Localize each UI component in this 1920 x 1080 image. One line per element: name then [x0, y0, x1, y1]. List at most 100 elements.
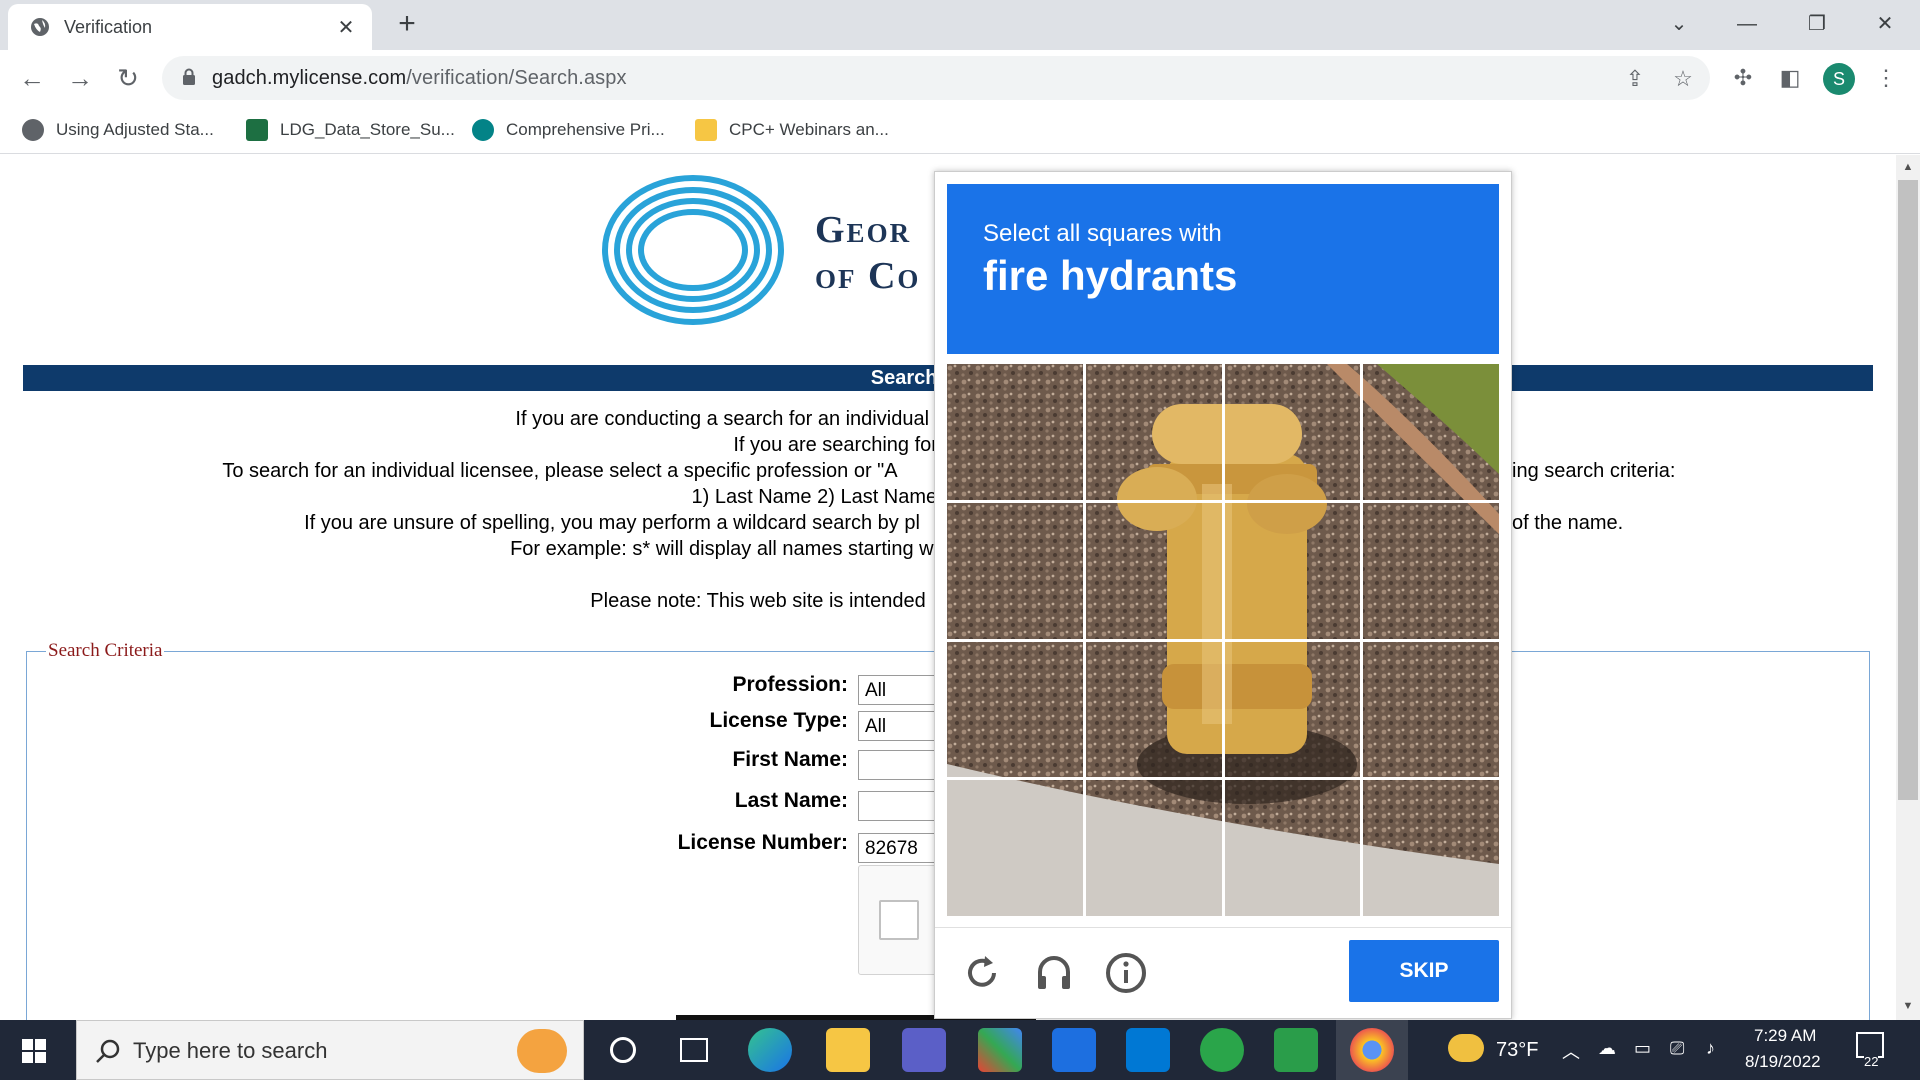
info-line-right: ing search criteria:: [1512, 460, 1676, 482]
edge-icon[interactable]: [748, 1028, 792, 1072]
back-icon[interactable]: ←: [16, 62, 48, 94]
address-bar[interactable]: gadch.mylicense.com/verification/Search.…: [162, 56, 1710, 100]
s-app-icon[interactable]: [1052, 1028, 1096, 1072]
license-number-label: License Number:: [677, 831, 848, 854]
captcha-tile[interactable]: [1085, 364, 1222, 500]
reload-icon[interactable]: ↻: [112, 62, 144, 94]
battery-icon[interactable]: ▭: [1634, 1038, 1651, 1059]
captcha-tile[interactable]: [947, 641, 1083, 778]
captcha-tile[interactable]: [947, 780, 1083, 916]
search-icon: [96, 1039, 120, 1063]
recaptcha-checkbox[interactable]: [879, 900, 919, 940]
info-line: If you are searching for a: [733, 434, 955, 456]
skip-button[interactable]: SKIP: [1349, 940, 1499, 1002]
bookmarks-bar: Using Adjusted Sta... LDG_Data_Store_Su.…: [0, 106, 1920, 154]
clock-time[interactable]: 7:29 AM: [1754, 1026, 1816, 1046]
tab-close-icon[interactable]: ✕: [332, 15, 360, 40]
weather-temp[interactable]: 73°F: [1496, 1039, 1538, 1062]
captcha-tile[interactable]: [1363, 780, 1499, 916]
extensions-icon[interactable]: ✣: [1727, 62, 1759, 94]
captcha-tile[interactable]: [1224, 641, 1361, 778]
menu-kebab-icon[interactable]: ⋮: [1870, 62, 1902, 94]
last-name-label: Last Name:: [734, 789, 848, 812]
info-line-right: of the name.: [1512, 512, 1624, 534]
captcha-tile[interactable]: [1085, 641, 1222, 778]
new-tab-icon[interactable]: +: [392, 9, 422, 40]
globe-app-icon[interactable]: [1200, 1028, 1244, 1072]
captcha-tile[interactable]: [1224, 780, 1361, 916]
tab-verification[interactable]: Verification ✕: [8, 4, 372, 50]
captcha-tile-image: [1363, 641, 1499, 778]
tab-strip: Verification ✕ + ⌄ — ❐ ✕: [0, 0, 1920, 50]
share-icon[interactable]: ⇪: [1622, 66, 1648, 92]
taskbar-search-placeholder: Type here to search: [133, 1038, 328, 1063]
captcha-tile[interactable]: [1363, 502, 1499, 639]
first-name-label: First Name:: [732, 748, 848, 771]
board-name: Geor of Co: [815, 209, 921, 297]
volume-icon[interactable]: ♪: [1706, 1038, 1715, 1059]
excel-icon: [246, 119, 268, 141]
profile-avatar[interactable]: S: [1823, 63, 1855, 95]
globe-icon: [31, 18, 49, 36]
close-window-icon[interactable]: ✕: [1865, 6, 1905, 42]
side-panel-icon[interactable]: ◧: [1774, 62, 1806, 94]
onedrive-icon[interactable]: ☁: [1598, 1038, 1616, 1059]
search-criteria-legend: Search Criteria: [46, 640, 165, 662]
captcha-tile[interactable]: [1224, 364, 1361, 500]
forward-icon[interactable]: →: [64, 62, 96, 94]
task-view-icon[interactable]: [680, 1038, 708, 1062]
captcha-tile[interactable]: [1363, 641, 1499, 778]
captcha-instruction: Select all squares with: [983, 220, 1222, 247]
license-type-label: License Type:: [709, 709, 849, 732]
captcha-tile[interactable]: [1085, 780, 1222, 916]
captcha-tile-image: [1085, 641, 1222, 778]
taskbar-search[interactable]: Type here to search: [76, 1020, 584, 1080]
scroll-down-icon[interactable]: ▼: [1896, 996, 1920, 1016]
restore-icon[interactable]: ❐: [1797, 6, 1837, 42]
captcha-tile[interactable]: [947, 364, 1083, 500]
active-app-highlight: [1336, 1020, 1408, 1080]
teams-icon[interactable]: [902, 1028, 946, 1072]
windows-start-icon[interactable]: [22, 1039, 46, 1063]
captcha-tile[interactable]: [1085, 502, 1222, 639]
minimize-icon[interactable]: —: [1727, 6, 1767, 42]
sharepoint-icon: [472, 119, 494, 141]
info-icon[interactable]: [1103, 950, 1149, 996]
tray-chevron-icon[interactable]: ︿: [1562, 1038, 1580, 1064]
reload-challenge-icon[interactable]: [959, 950, 1005, 996]
scroll-up-icon[interactable]: ▲: [1896, 157, 1920, 177]
bookmark-star-icon[interactable]: ☆: [1670, 66, 1696, 92]
tab-search-chevron-icon[interactable]: ⌄: [1659, 6, 1699, 42]
captcha-tile-image: [1085, 780, 1222, 916]
scroll-thumb[interactable]: [1898, 180, 1918, 800]
captcha-tile-image: [1224, 641, 1361, 778]
bookmark-item[interactable]: Using Adjusted Sta...: [22, 116, 214, 144]
windows-taskbar: Type here to search 73°F ︿ ☁ ▭ ⎚ ♪ 7:29 …: [0, 1020, 1920, 1080]
app-icon[interactable]: [978, 1028, 1022, 1072]
url-text: gadch.mylicense.com/verification/Search.…: [212, 67, 627, 89]
captcha-tile[interactable]: [1363, 364, 1499, 500]
captcha-tile[interactable]: [947, 502, 1083, 639]
captcha-header: Select all squares with fire hydrants: [947, 184, 1499, 354]
bookmark-item[interactable]: Comprehensive Pri...: [472, 116, 665, 144]
audio-challenge-icon[interactable]: [1031, 950, 1077, 996]
vscode-icon[interactable]: [1126, 1028, 1170, 1072]
captcha-tile-image: [1085, 502, 1222, 639]
captcha-tile-image: [1363, 364, 1499, 500]
bookmark-item[interactable]: LDG_Data_Store_Su...: [246, 116, 455, 144]
media-app-icon[interactable]: [1274, 1028, 1318, 1072]
captcha-tile[interactable]: [1224, 502, 1361, 639]
captcha-footer: SKIP: [935, 927, 1511, 1019]
bookmark-item[interactable]: CPC+ Webinars an...: [695, 116, 889, 144]
board-logo-icon: [602, 175, 784, 325]
lock-icon: [183, 68, 195, 85]
clock-date[interactable]: 8/19/2022: [1745, 1052, 1821, 1072]
search-highlight-icon: [517, 1029, 567, 1073]
cortana-icon[interactable]: [610, 1037, 636, 1063]
network-icon[interactable]: ⎚: [1670, 1038, 1684, 1059]
captcha-challenge: Select all squares with fire hydrants SK…: [934, 171, 1512, 1019]
captcha-target: fire hydrants: [983, 252, 1238, 299]
globe-icon: [22, 119, 44, 141]
file-explorer-icon[interactable]: [826, 1028, 870, 1072]
captcha-image-grid: [947, 364, 1499, 916]
